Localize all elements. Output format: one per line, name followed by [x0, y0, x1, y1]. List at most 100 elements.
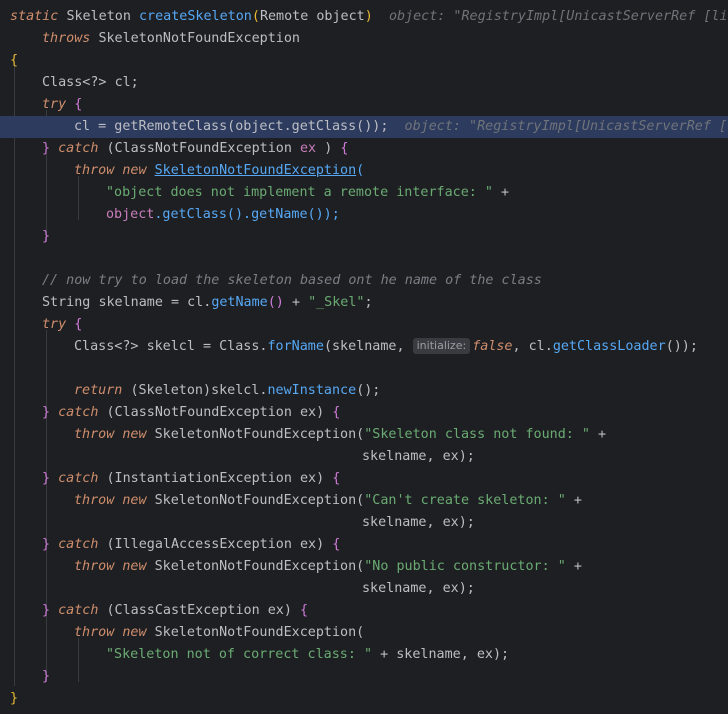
brace: }: [42, 471, 51, 486]
arguments: , cl.: [512, 339, 553, 354]
keyword: new: [122, 493, 147, 508]
string-literal: "Can't create skeleton: ": [364, 493, 566, 508]
code-line-29[interactable]: throw new SkeletonNotFoundException(: [0, 622, 728, 644]
brace: {: [332, 471, 341, 486]
paren: ());: [665, 339, 698, 354]
keyword: new: [122, 559, 147, 574]
keyword: throw: [74, 427, 115, 442]
code-line-30[interactable]: "Skeleton not of correct class: " + skel…: [0, 644, 728, 666]
brace: {: [300, 603, 309, 618]
code-line-15[interactable]: try {: [0, 314, 728, 336]
type-name: Remote: [259, 9, 309, 24]
variable: ex): [300, 537, 325, 552]
code-line-26[interactable]: throw new SkeletonNotFoundException("No …: [0, 556, 728, 578]
statement: cl = getRemoteClass(object.getClass());: [74, 119, 389, 134]
paren: (): [267, 295, 284, 310]
brace: {: [74, 317, 83, 332]
keyword: catch: [58, 141, 99, 156]
code-line-22[interactable]: } catch (InstantiationException ex) {: [0, 468, 728, 490]
keyword: catch: [58, 405, 99, 420]
string-literal: "_Skel": [308, 295, 365, 310]
type-name: (ClassNotFoundException: [106, 141, 292, 156]
keyword: catch: [58, 537, 99, 552]
code-line-18[interactable]: return (Skeleton)skelcl.newInstance();: [0, 380, 728, 402]
method-name: forName: [267, 339, 324, 354]
code-editor[interactable]: static Skeleton createSkeleton(Remote ob…: [0, 0, 728, 714]
arguments: skelname, ex);: [362, 515, 475, 530]
keyword: throw: [74, 559, 115, 574]
string-literal: "No public constructor: ": [364, 559, 566, 574]
type-name: (InstantiationException: [106, 471, 292, 486]
brace: {: [332, 537, 341, 552]
variable: skelcl.: [211, 383, 268, 398]
method-name: getName: [211, 295, 268, 310]
code-line-9[interactable]: "object does not implement a remote inte…: [0, 182, 728, 204]
code-line-20[interactable]: throw new SkeletonNotFoundException("Ske…: [0, 424, 728, 446]
variable: ex: [300, 141, 317, 156]
code-line-27[interactable]: skelname, ex);: [0, 578, 728, 600]
code-line-23[interactable]: throw new SkeletonNotFoundException("Can…: [0, 490, 728, 512]
code-line-31[interactable]: }: [0, 666, 728, 688]
variable: cl;: [114, 75, 139, 90]
parameter-hint: initialize:: [412, 338, 471, 354]
type-name: SkeletonNotFoundException(: [154, 493, 365, 508]
brace: }: [42, 405, 51, 420]
code-line-16[interactable]: Class<?> skelcl = Class.forName(skelname…: [0, 336, 728, 358]
debug-value-hint: object: "RegistryImpl[UnicastServerRef […: [388, 9, 728, 24]
variable: ex): [300, 471, 325, 486]
code-line-3[interactable]: {: [0, 50, 728, 72]
brace: }: [10, 691, 19, 706]
code-line-25[interactable]: } catch (IllegalAccessException ex) {: [0, 534, 728, 556]
code-line-32[interactable]: }: [0, 688, 728, 710]
code-line-6-execution-point[interactable]: cl = getRemoteClass(object.getClass()); …: [0, 116, 728, 138]
code-line-10[interactable]: object.getClass().getName());: [0, 204, 728, 226]
method-name: getClassLoader: [552, 339, 666, 354]
variable: ex): [300, 405, 325, 420]
debug-value-hint: object: "RegistryImpl[UnicastServerRef […: [404, 119, 728, 134]
type-name: SkeletonNotFoundException: [98, 31, 300, 46]
type-name: (ClassCastException: [106, 603, 260, 618]
keyword: throws: [42, 31, 91, 46]
brace: }: [42, 603, 51, 618]
keyword: return: [74, 383, 123, 398]
method-name: .getClass().getName());: [154, 207, 340, 222]
code-line-7[interactable]: } catch (ClassNotFoundException ex ) {: [0, 138, 728, 160]
operator: +: [573, 493, 582, 508]
keyword: new: [122, 163, 147, 178]
statement: skelcl = Class.: [146, 339, 268, 354]
code-line-14[interactable]: String skelname = cl.getName() + "_Skel"…: [0, 292, 728, 314]
keyword: static: [10, 9, 59, 24]
paren: ): [364, 9, 373, 24]
code-line-2[interactable]: throws SkeletonNotFoundException: [0, 28, 728, 50]
keyword: catch: [58, 471, 99, 486]
operator: +: [598, 427, 607, 442]
string-literal: "Skeleton class not found: ": [364, 427, 590, 442]
string-literal: "Skeleton not of correct class: ": [106, 647, 373, 662]
code-line-19[interactable]: } catch (ClassNotFoundException ex) {: [0, 402, 728, 424]
class-link[interactable]: SkeletonNotFoundException: [155, 163, 357, 178]
code-line-24[interactable]: skelname, ex);: [0, 512, 728, 534]
code-line-13[interactable]: // now try to load the skeleton based on…: [0, 270, 728, 292]
paren: ();: [356, 383, 381, 398]
keyword: throw: [74, 493, 115, 508]
code-line-11[interactable]: }: [0, 226, 728, 248]
type-name: SkeletonNotFoundException(: [154, 427, 365, 442]
arguments: skelname, ex);: [362, 581, 475, 596]
code-line-21[interactable]: skelname, ex);: [0, 446, 728, 468]
paren: ): [324, 141, 333, 156]
code-line-5[interactable]: try {: [0, 94, 728, 116]
code-line-1[interactable]: static Skeleton createSkeleton(Remote ob…: [0, 6, 728, 28]
type-name: Class<?>: [42, 75, 107, 90]
keyword: new: [122, 427, 147, 442]
code-line-28[interactable]: } catch (ClassCastException ex) {: [0, 600, 728, 622]
operator: +: [573, 559, 582, 574]
brace: {: [10, 53, 19, 68]
brace: {: [332, 405, 341, 420]
string-literal: "object does not implement a remote inte…: [106, 185, 493, 200]
code-line-4[interactable]: Class<?> cl;: [0, 72, 728, 94]
code-line-8[interactable]: throw new SkeletonNotFoundException(: [0, 160, 728, 182]
type-name: (IllegalAccessException: [106, 537, 292, 552]
keyword: catch: [58, 603, 99, 618]
arguments: + skelname, ex);: [380, 647, 510, 662]
keyword: new: [122, 625, 147, 640]
